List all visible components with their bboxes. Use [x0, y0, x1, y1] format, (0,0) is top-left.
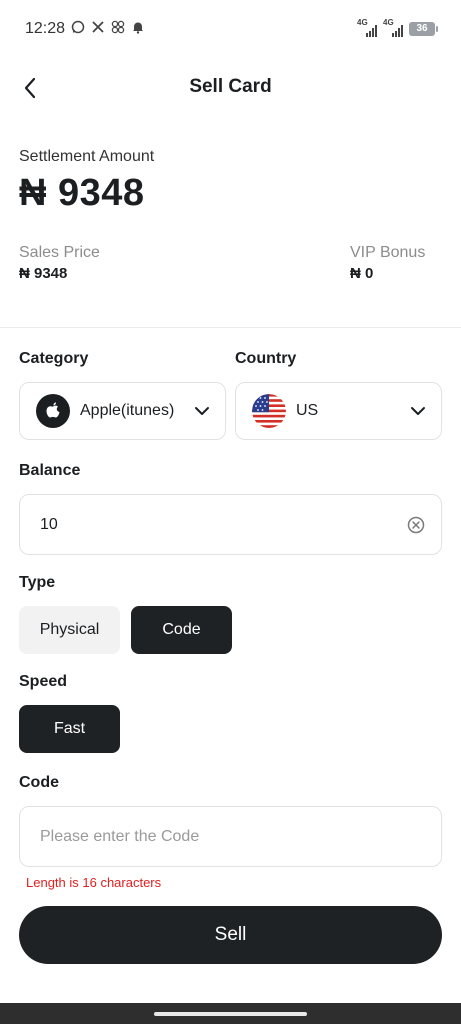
divider	[0, 327, 461, 328]
balance-label: Balance	[19, 462, 81, 479]
system-status: 4G 4G 36	[357, 18, 438, 37]
code-field	[19, 806, 442, 867]
vip-bonus-value: ₦ 0	[350, 265, 374, 282]
signal-icon: 4G	[383, 18, 403, 37]
type-option-physical[interactable]: Physical	[19, 606, 120, 654]
sell-button[interactable]: Sell	[19, 906, 442, 964]
speed-label: Speed	[19, 673, 68, 690]
country-label: Country	[235, 350, 297, 367]
chevron-down-icon	[409, 402, 427, 420]
us-flag-icon	[252, 394, 286, 428]
category-value: Apple(itunes)	[80, 402, 175, 419]
balance-input[interactable]	[40, 495, 400, 554]
type-label: Type	[19, 574, 56, 591]
home-indicator[interactable]	[154, 1012, 307, 1016]
system-nav-bar	[0, 1003, 461, 1024]
signal-icon: 4G	[357, 18, 377, 37]
category-select[interactable]: Apple(itunes)	[19, 382, 226, 440]
type-option-code[interactable]: Code	[131, 606, 232, 654]
status-bar: 12:28 4G 4G 36	[0, 0, 461, 60]
category-label: Category	[19, 350, 89, 367]
vip-bonus-label: VIP Bonus	[350, 244, 426, 261]
x-icon	[90, 20, 106, 37]
pinwheel-icon	[110, 20, 126, 37]
status-time: 12:28	[25, 20, 66, 37]
code-input[interactable]	[40, 807, 400, 866]
country-value: US	[296, 402, 319, 419]
chevron-down-icon	[193, 402, 211, 420]
apple-icon	[36, 394, 70, 428]
settlement-amount: ₦ 9348	[19, 172, 145, 214]
whatsapp-icon	[70, 20, 86, 37]
notification-icons	[70, 20, 146, 37]
clear-icon[interactable]	[407, 516, 425, 534]
sales-price-value: ₦ 9348	[19, 265, 68, 282]
page-title: Sell Card	[189, 76, 272, 97]
battery-icon: 36	[409, 22, 438, 36]
code-length-hint: Length is 16 characters	[26, 875, 162, 890]
sales-price-label: Sales Price	[19, 244, 100, 261]
balance-field	[19, 494, 442, 555]
speed-option-fast[interactable]: Fast	[19, 705, 120, 753]
settlement-label: Settlement Amount	[19, 148, 155, 165]
bell-icon	[130, 20, 146, 37]
app-header: Sell Card	[0, 60, 461, 116]
country-select[interactable]: US	[235, 382, 442, 440]
code-label: Code	[19, 774, 59, 791]
